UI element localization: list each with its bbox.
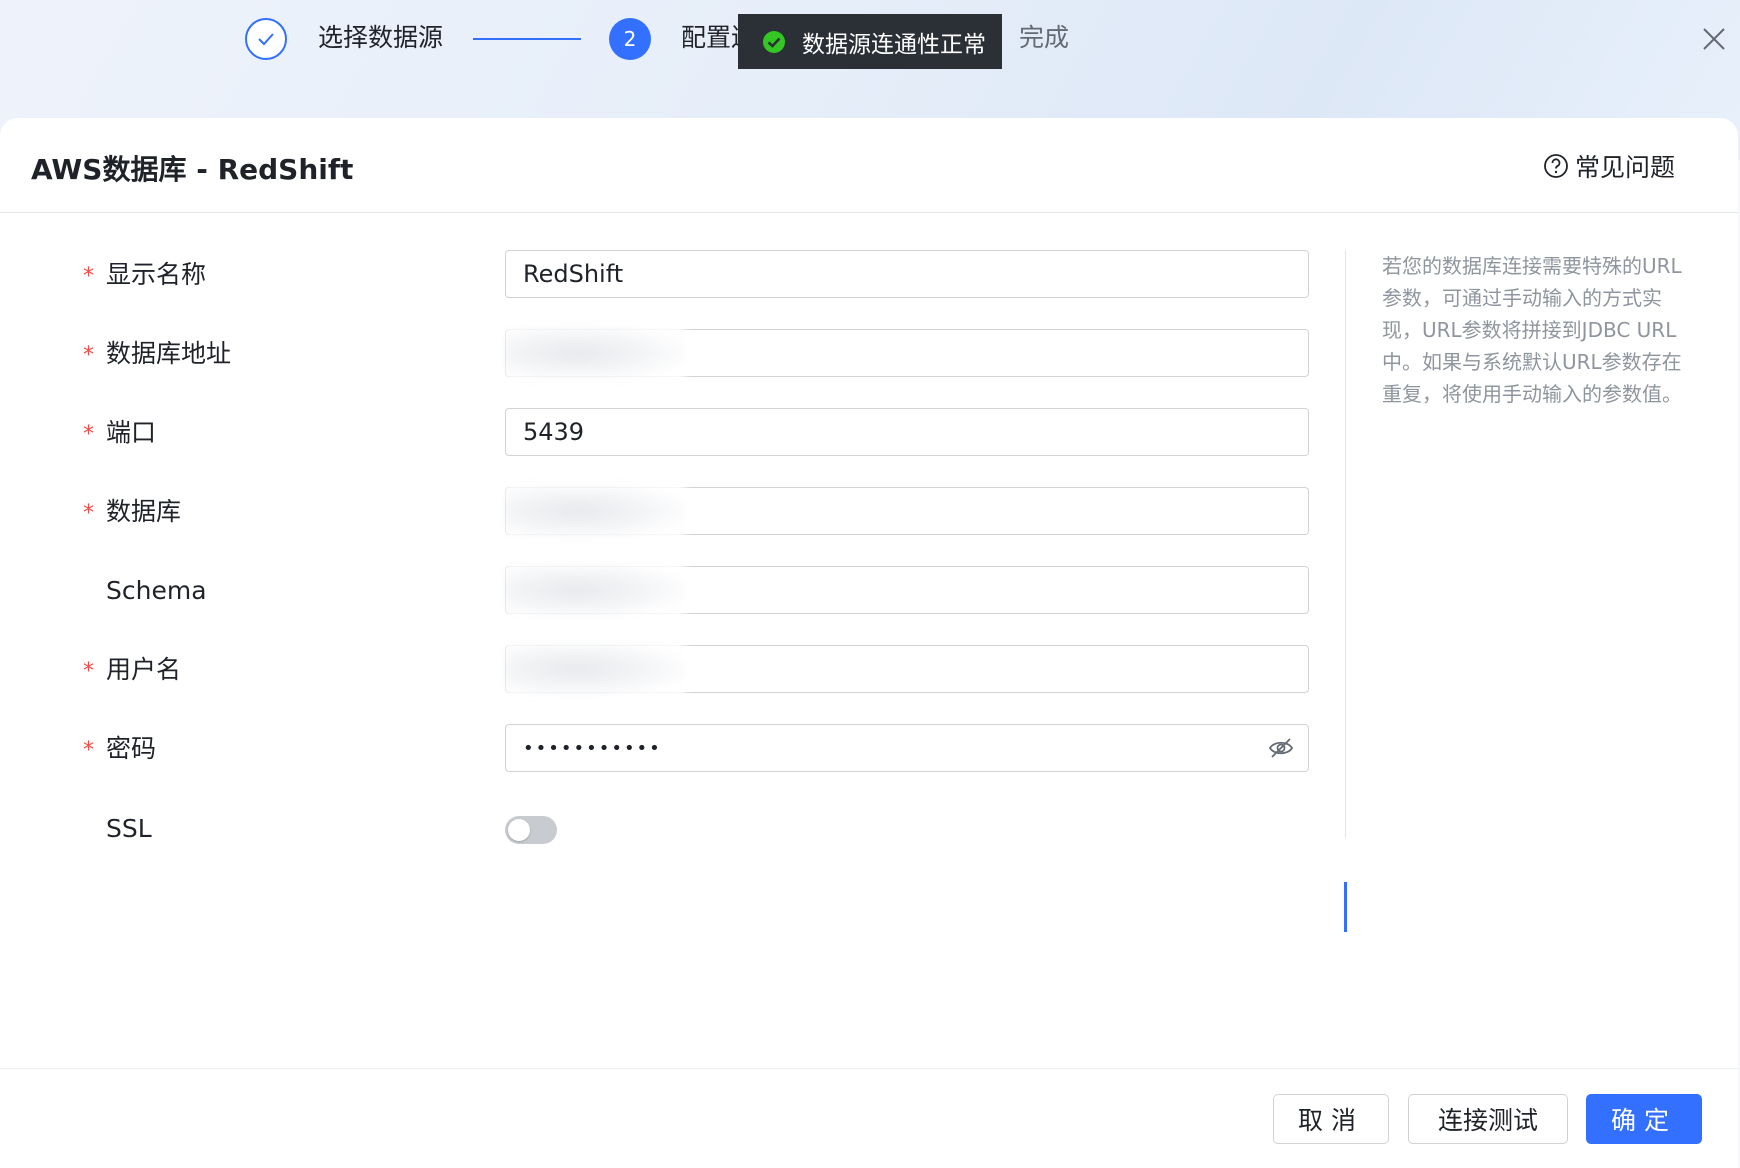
eye-off-icon[interactable] bbox=[1268, 737, 1294, 759]
step-2-number: 2 bbox=[609, 18, 651, 60]
field-label-username: * 用户名 bbox=[83, 653, 181, 687]
redacted-value bbox=[505, 563, 685, 617]
redacted-value bbox=[505, 484, 685, 538]
required-mark: * bbox=[83, 501, 94, 526]
redacted-value bbox=[505, 642, 685, 696]
required-mark: * bbox=[83, 264, 94, 289]
field-label-database: * 数据库 bbox=[83, 495, 181, 529]
url-params-help: 若您的数据库连接需要特殊的URL参数，可通过手动输入的方式实现，URL参数将拼接… bbox=[1382, 254, 1682, 406]
field-label-password: * 密码 bbox=[83, 732, 156, 766]
confirm-button[interactable]: 确定 bbox=[1586, 1094, 1702, 1144]
test-connection-button[interactable]: 连接测试 bbox=[1408, 1094, 1568, 1144]
required-mark: * bbox=[83, 343, 94, 368]
faq-link[interactable]: 常见问题 bbox=[1543, 148, 1675, 184]
password-input[interactable]: ••••••••••• bbox=[505, 724, 1309, 772]
help-circle-icon bbox=[1544, 154, 1568, 178]
dialog-header: AWS数据库 - RedShift 常见问题 bbox=[0, 118, 1738, 213]
field-label-ssl: SSL bbox=[106, 814, 152, 843]
display-name-input[interactable]: RedShift bbox=[505, 250, 1309, 298]
vertical-divider bbox=[1345, 250, 1346, 838]
port-input[interactable]: 5439 bbox=[505, 408, 1309, 456]
step-1-label: 选择数据源 bbox=[318, 23, 444, 52]
toggle-knob bbox=[508, 819, 530, 841]
redacted-value bbox=[505, 326, 685, 380]
ssl-toggle[interactable] bbox=[505, 816, 557, 844]
config-dialog: AWS数据库 - RedShift 常见问题 * 显示名称 RedShift * 数… bbox=[0, 118, 1738, 1168]
dialog-title: AWS数据库 - RedShift bbox=[31, 153, 354, 186]
field-label-db-address: * 数据库地址 bbox=[83, 337, 231, 371]
footer-divider bbox=[0, 1068, 1738, 1069]
close-icon[interactable] bbox=[1701, 26, 1727, 52]
checkmark-icon bbox=[258, 33, 274, 46]
success-toast: 数据源连通性正常 bbox=[738, 14, 1002, 69]
cancel-button[interactable]: 取消 bbox=[1273, 1094, 1389, 1144]
field-label-display-name: * 显示名称 bbox=[83, 258, 206, 292]
required-mark: * bbox=[83, 738, 94, 763]
step-1-done-indicator bbox=[245, 18, 287, 60]
scroll-indicator[interactable] bbox=[1344, 882, 1347, 932]
check-circle-icon bbox=[763, 30, 785, 53]
toast-message: 数据源连通性正常 bbox=[802, 31, 986, 58]
required-mark: * bbox=[83, 659, 94, 684]
faq-label: 常见问题 bbox=[1575, 153, 1676, 182]
field-label-schema: Schema bbox=[106, 576, 207, 605]
step-3-label: 完成 bbox=[1019, 23, 1070, 52]
step-connector bbox=[473, 38, 581, 40]
field-label-port: * 端口 bbox=[83, 416, 156, 450]
required-mark: * bbox=[83, 422, 94, 447]
